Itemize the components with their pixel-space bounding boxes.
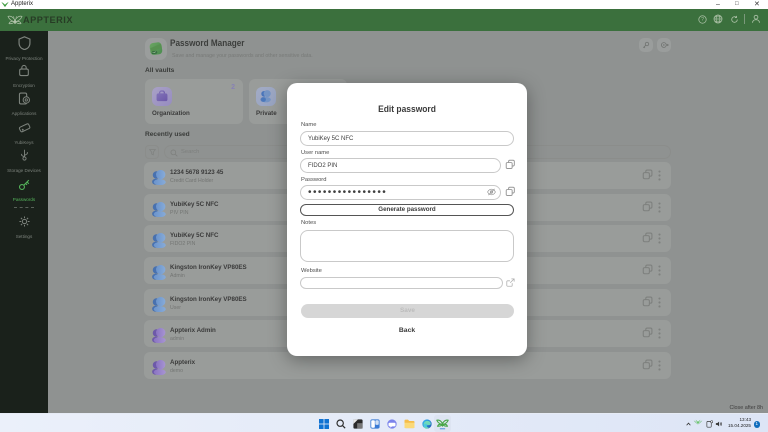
svg-text:?: ? — [701, 17, 704, 23]
